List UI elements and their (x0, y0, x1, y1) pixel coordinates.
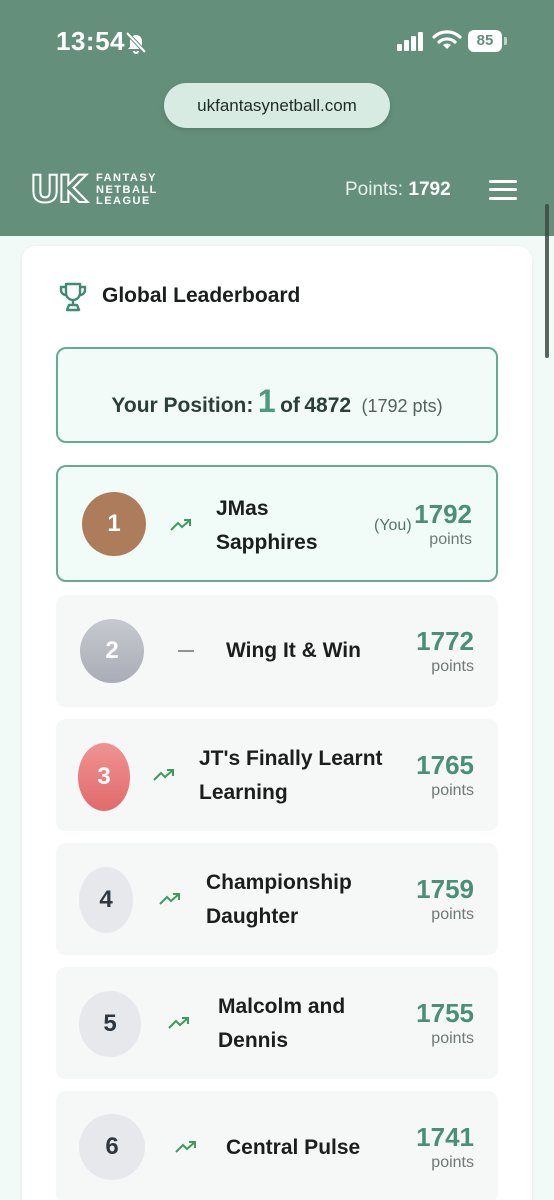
position-points: (1792 pts) (361, 396, 443, 416)
team-name: Malcolm and Dennis (218, 990, 345, 1058)
team-name-line-1: Central Pulse (226, 1136, 361, 1159)
trending-up-icon (168, 1017, 189, 1029)
status-bar: 13:54 85 (0, 0, 554, 80)
logo-word-3: LEAGUE (96, 195, 151, 207)
team-points-label: points (431, 906, 474, 923)
team-points: 1772 points (416, 626, 474, 678)
rank-badge: 3 (78, 743, 130, 811)
bell-muted-icon (125, 31, 147, 54)
address-bar[interactable]: ukfantasynetball.com (164, 83, 390, 128)
team-name-line-2: Learning (199, 781, 288, 804)
leaderboard-row[interactable]: 3 JT's Finally Learnt Learning 1765 poin… (56, 719, 498, 831)
team-name: Central Pulse (226, 1131, 360, 1165)
leaderboard-title: Global Leaderboard (102, 284, 301, 307)
team-name-line-2: Daughter (206, 905, 299, 928)
team-points: 1792 points (414, 499, 472, 551)
trending-up-icon (175, 1141, 196, 1153)
team-points-value: 1772 (416, 626, 474, 656)
wifi-icon (432, 30, 462, 49)
team-name-line-1: Wing It & Win (226, 639, 361, 662)
team-points-label: points (431, 1030, 474, 1047)
team-name: Wing It & Win (226, 634, 361, 668)
team-name-line-1: Malcolm and (218, 995, 346, 1018)
team-name-line-1: JT's Finally Learnt (199, 747, 383, 770)
leaderboard-row[interactable]: 5 Malcolm and Dennis 1755 points (56, 967, 498, 1079)
logo-words: FANTASY NETBALL LEAGUE (96, 173, 158, 208)
rank-badge: 6 (79, 1114, 145, 1180)
header-points-value: 1792 (408, 179, 451, 200)
leaderboard-row[interactable]: 2 Wing It & Win 1772 points (56, 595, 498, 707)
team-points: 1755 points (416, 998, 474, 1050)
your-position-line: Your Position: 1 of 4872 (1792 pts) (58, 349, 496, 441)
position-total: 4872 (304, 394, 352, 417)
team-points-label: points (431, 658, 474, 675)
team-name-line-2: Sapphires (216, 531, 318, 554)
rank-badge: 4 (79, 867, 133, 933)
rank-badge: 2 (80, 619, 144, 683)
team-points-value: 1792 (414, 499, 472, 529)
site-logo[interactable]: UK FANTASY NETBALL LEAGUE (29, 168, 180, 212)
team-points-label: points (431, 1154, 474, 1171)
you-tag: (You) (374, 517, 412, 534)
leaderboard-row[interactable]: 4 Championship Daughter 1759 points (56, 843, 498, 955)
team-name: Championship Daughter (206, 866, 352, 934)
team-points: 1765 points (416, 750, 474, 802)
team-points-label: points (429, 531, 472, 548)
team-name-line-2: Dennis (218, 1029, 289, 1052)
position-rank: 1 (257, 383, 276, 419)
logo-uk: UK (29, 168, 88, 211)
rank-badge: 5 (79, 991, 141, 1057)
team-name: JMas Sapphires (216, 492, 318, 560)
signal-icon (397, 32, 423, 51)
trophy-icon (59, 282, 87, 312)
team-name: JT's Finally Learnt Learning (199, 742, 383, 810)
team-points-value: 1759 (416, 874, 474, 904)
no-change-icon (178, 650, 194, 652)
status-time: 13:54 (56, 26, 125, 56)
page-scrollbar[interactable] (545, 204, 549, 358)
logo-word-1: FANTASY (96, 172, 158, 184)
trending-up-icon (153, 769, 174, 781)
position-of: of (280, 394, 300, 417)
header-points: Points: 1792 (345, 178, 451, 202)
site-header: 13:54 85 ukfantasynetball.com UK FANTASY (0, 0, 554, 236)
team-points-value: 1765 (416, 750, 474, 780)
hamburger-menu-icon[interactable] (489, 178, 517, 202)
trending-up-icon (170, 519, 191, 531)
trending-up-icon (159, 893, 180, 905)
rank-badge: 1 (82, 492, 146, 556)
team-points-value: 1741 (416, 1122, 474, 1152)
position-label: Your Position: (111, 394, 254, 417)
team-name-line-1: JMas (216, 497, 269, 520)
team-points: 1759 points (416, 874, 474, 926)
battery-tip (504, 37, 507, 45)
team-name-line-1: Championship (206, 871, 352, 894)
header-points-label: Points: (345, 179, 404, 200)
battery-level: 85 (468, 30, 502, 52)
leaderboard-row[interactable]: 6 Central Pulse 1741 points (56, 1091, 498, 1200)
your-position-box: Your Position: 1 of 4872 (1792 pts) (56, 347, 498, 443)
team-points: 1741 points (416, 1122, 474, 1174)
leaderboard-row[interactable]: 1 JMas Sapphires (You) 1792 points (56, 465, 498, 582)
team-points-value: 1755 (416, 998, 474, 1028)
team-points-label: points (431, 782, 474, 799)
battery-icon: 85 (468, 30, 508, 52)
